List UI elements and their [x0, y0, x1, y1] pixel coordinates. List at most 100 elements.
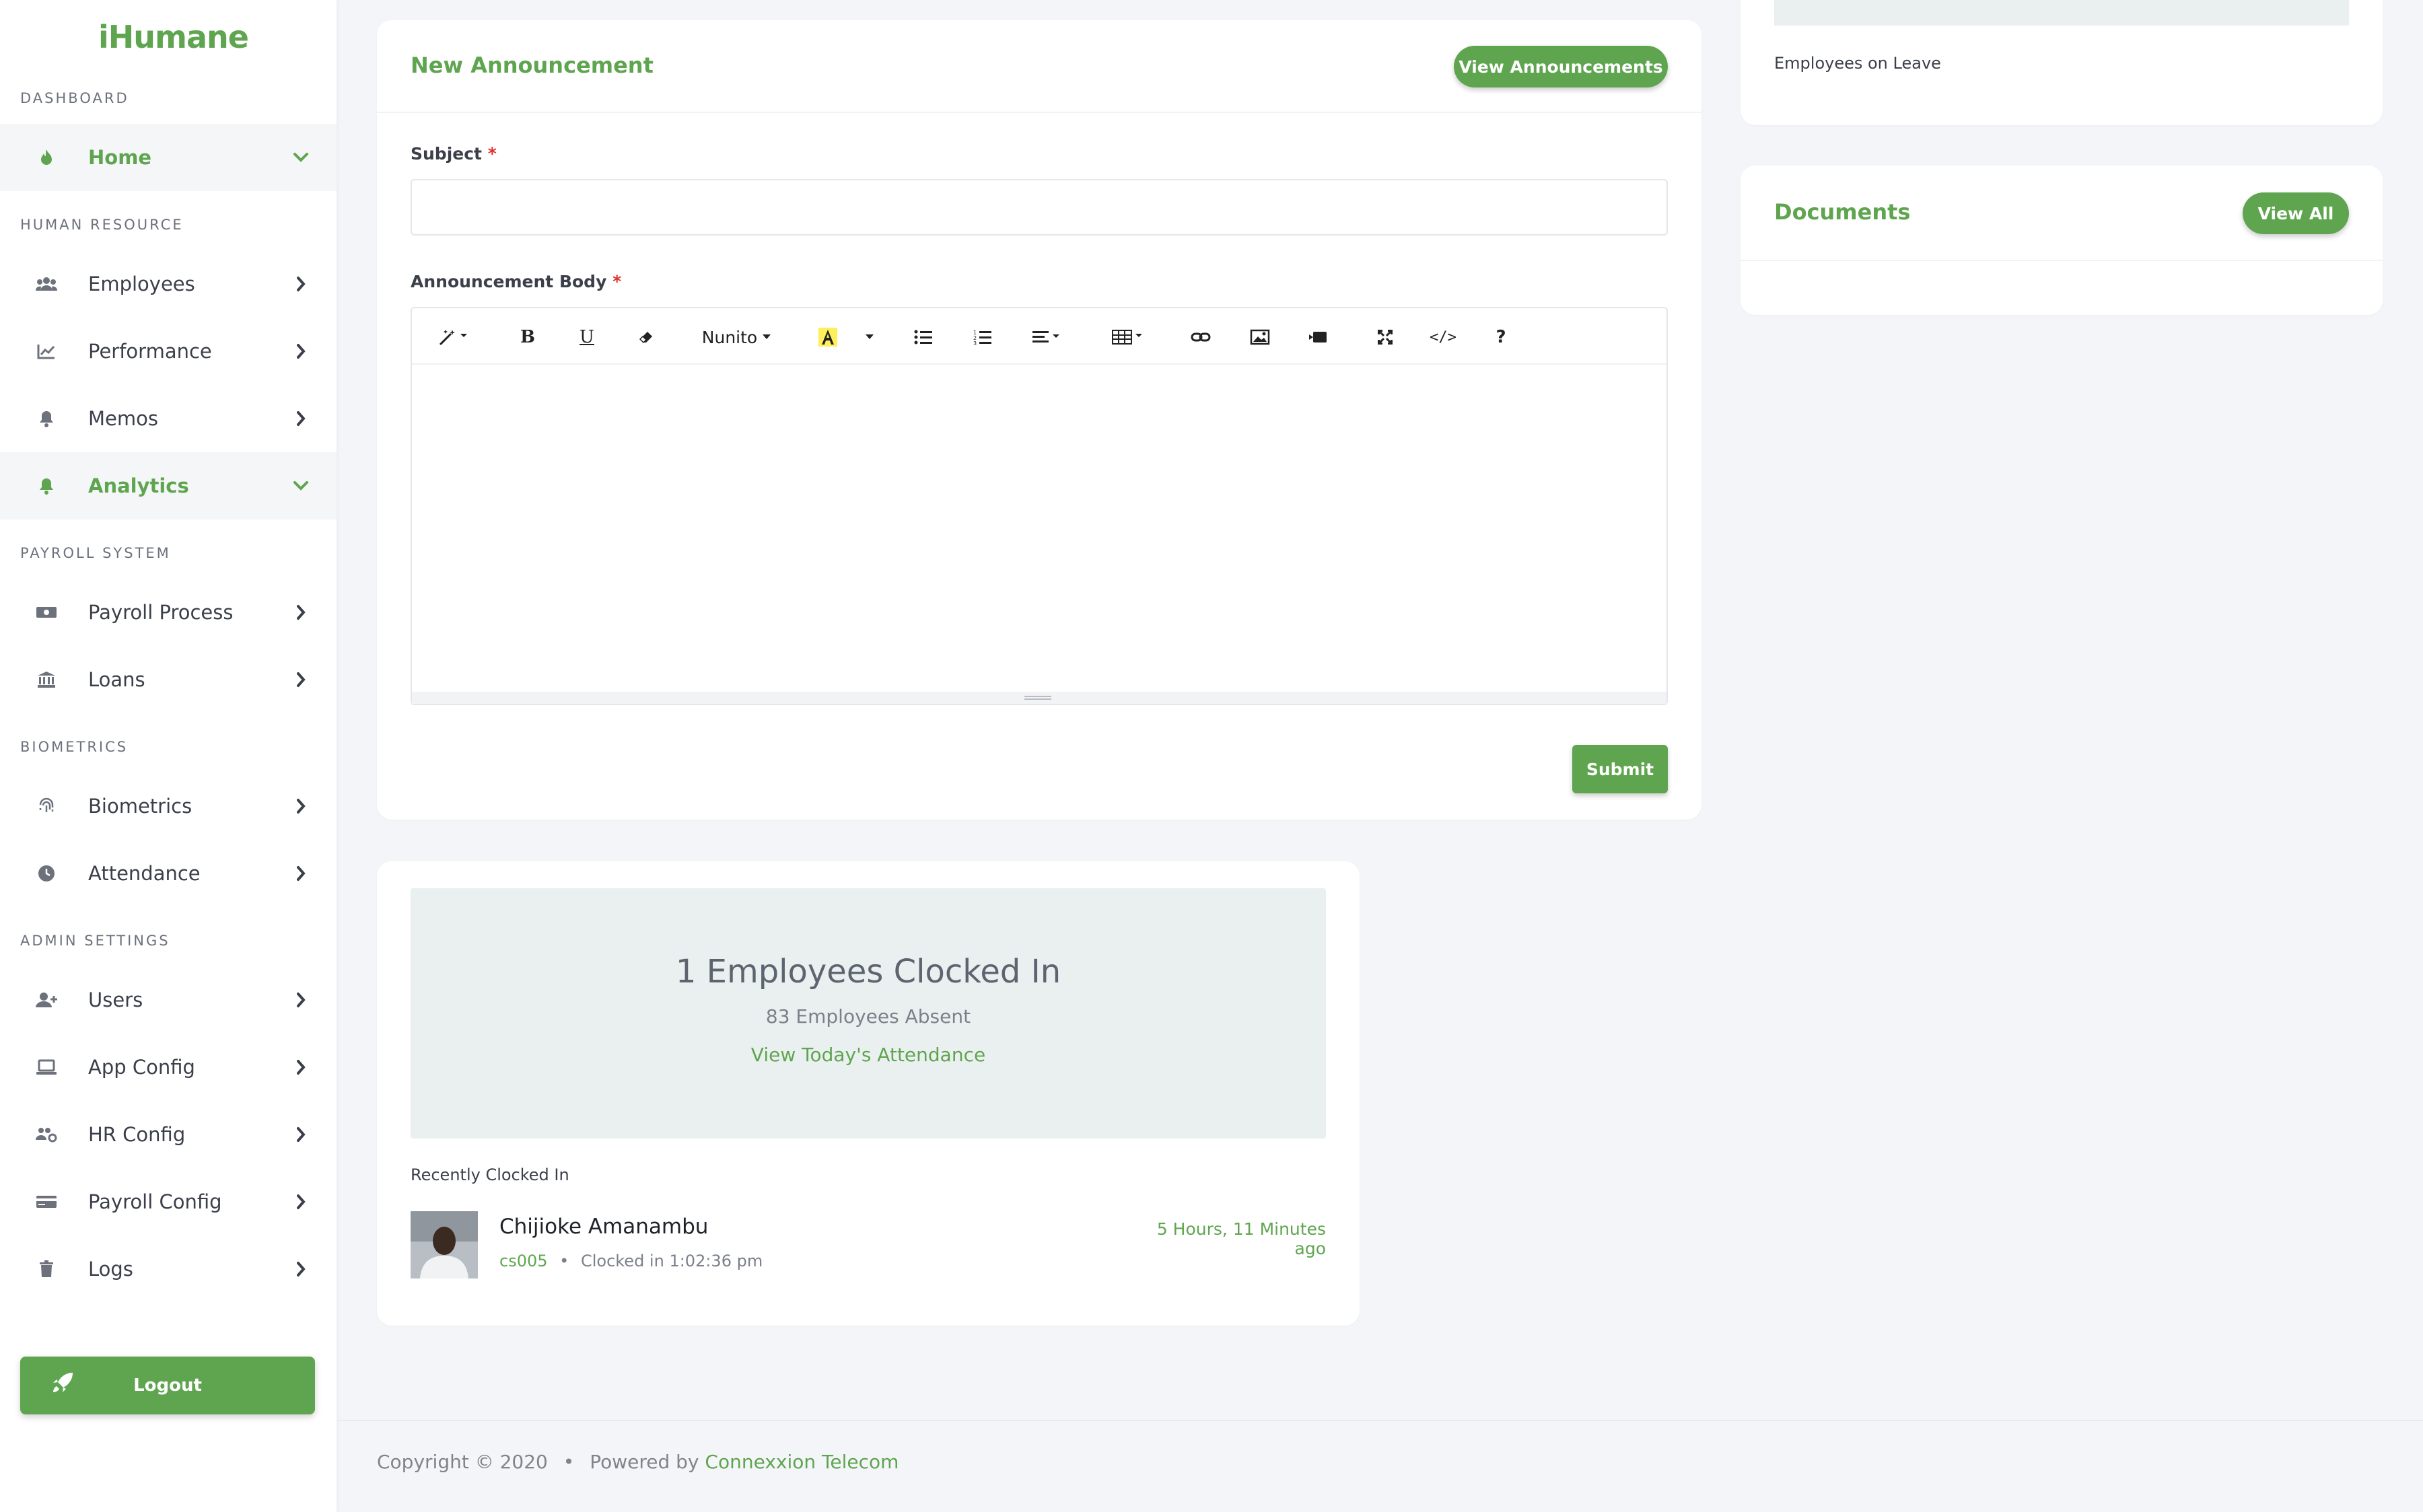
text-color-icon[interactable] — [814, 320, 841, 354]
sidebar-item-analytics[interactable]: Analytics — [0, 452, 337, 519]
sidebar-item-hr-config[interactable]: HR Config — [0, 1101, 337, 1168]
sidebar-item-label: Analytics — [88, 474, 189, 497]
clock-icon — [35, 862, 58, 885]
clocked-in-headline: 1 Employees Clocked In — [675, 953, 1061, 991]
sidebar-item-home[interactable]: Home — [0, 124, 337, 191]
credit-card-icon — [35, 1190, 58, 1213]
laptop-icon — [35, 1056, 58, 1079]
sidebar-item-performance[interactable]: Performance — [0, 318, 337, 385]
eraser-icon[interactable] — [633, 320, 660, 354]
fingerprint-icon — [35, 795, 58, 818]
section-title-admin-settings: ADMIN SETTINGS — [20, 933, 170, 949]
chevron-down-icon — [291, 147, 311, 168]
link-icon[interactable] — [1187, 320, 1214, 354]
sidebar-item-loans[interactable]: Loans — [0, 646, 337, 713]
section-title-biometrics: BIOMETRICS — [20, 739, 129, 755]
sidebar-item-payroll-config[interactable]: Payroll Config — [0, 1168, 337, 1235]
bold-button[interactable]: B — [514, 320, 541, 354]
section-title-payroll-system: PAYROLL SYSTEM — [20, 545, 171, 561]
chevron-right-icon — [291, 274, 311, 294]
employees-on-leave-label: Employees on Leave — [1774, 54, 1941, 73]
chevron-right-icon — [291, 796, 311, 816]
color-caret-icon[interactable] — [862, 320, 878, 354]
sidebar-item-memos[interactable]: Memos — [0, 385, 337, 452]
chevron-right-icon — [291, 670, 311, 690]
submit-button[interactable]: Submit — [1572, 745, 1668, 793]
fullscreen-icon[interactable] — [1372, 320, 1399, 354]
clocked-in-time: Clocked in 1:02:36 pm — [580, 1252, 763, 1270]
sidebar-item-employees[interactable]: Employees — [0, 250, 337, 318]
bell-icon — [35, 474, 58, 497]
recently-clocked-label: Recently Clocked In — [411, 1165, 569, 1184]
logout-button[interactable]: Logout — [20, 1357, 315, 1414]
view-attendance-link[interactable]: View Today's Attendance — [411, 1044, 1326, 1066]
documents-divider — [1741, 260, 2383, 261]
chevron-right-icon — [291, 1259, 311, 1279]
sidebar-item-label: App Config — [88, 1056, 195, 1079]
section-title-dashboard: DASHBOARD — [20, 90, 129, 106]
view-announcements-button[interactable]: View Announcements — [1454, 46, 1668, 87]
company-link[interactable]: Connexxion Telecom — [705, 1451, 899, 1473]
subject-input[interactable] — [411, 179, 1668, 236]
resize-handle-icon[interactable] — [1024, 696, 1051, 700]
magic-style-icon[interactable] — [435, 320, 472, 354]
sidebar-item-label: Biometrics — [88, 795, 192, 818]
sidebar-item-label: Memos — [88, 407, 158, 430]
sidebar-item-users[interactable]: Users — [0, 966, 337, 1034]
avatar — [411, 1211, 478, 1279]
sidebar-item-label: Payroll Config — [88, 1190, 222, 1213]
align-dropdown-icon[interactable] — [1027, 320, 1067, 354]
users-icon — [35, 273, 58, 295]
sidebar-item-label: Loans — [88, 668, 145, 691]
footer: Copyright © 2020 • Powered by Connexxion… — [337, 1420, 2423, 1512]
sidebar-item-label: Performance — [88, 340, 212, 363]
card-divider — [377, 112, 1701, 113]
rocket-icon — [51, 1371, 74, 1399]
sidebar-item-label: HR Config — [88, 1123, 186, 1146]
chevron-right-icon — [291, 1124, 311, 1145]
editor-toolbar-divider — [412, 363, 1666, 365]
chevron-right-icon — [291, 1057, 311, 1077]
chevron-down-icon — [291, 476, 311, 496]
sidebar-item-label: Payroll Process — [88, 601, 234, 624]
sidebar-item-label: Employees — [88, 273, 195, 295]
sidebar-item-label: Logs — [88, 1258, 133, 1281]
chevron-right-icon — [291, 990, 311, 1010]
chevron-right-icon — [291, 341, 311, 361]
sidebar-item-biometrics[interactable]: Biometrics — [0, 772, 337, 840]
image-icon[interactable] — [1246, 320, 1273, 354]
sidebar-item-logs[interactable]: Logs — [0, 1235, 337, 1303]
bell-icon — [35, 407, 58, 430]
documents-title: Documents — [1774, 199, 1911, 225]
announcement-title: New Announcement — [411, 52, 654, 78]
sidebar-item-attendance[interactable]: Attendance — [0, 840, 337, 907]
unordered-list-icon[interactable] — [910, 320, 937, 354]
absent-count: 83 Employees Absent — [765, 1005, 971, 1028]
bank-icon — [35, 668, 58, 691]
sidebar-item-label: Attendance — [88, 862, 201, 885]
underline-button[interactable]: U — [573, 320, 600, 354]
font-family-dropdown[interactable]: Nunito — [700, 320, 774, 354]
chevron-right-icon — [291, 1192, 311, 1212]
clocked-ago: 5 Hours, 11 Minutes ago — [1156, 1219, 1326, 1258]
employee-id: cs005 — [499, 1252, 548, 1270]
code-view-button[interactable]: </> — [1428, 320, 1458, 354]
ordered-list-icon[interactable]: 123 — [969, 320, 996, 354]
video-icon[interactable] — [1304, 320, 1331, 354]
employee-name: Chijioke Amanambu — [499, 1215, 709, 1239]
sidebar-item-payroll-process[interactable]: Payroll Process — [0, 579, 337, 646]
user-plus-icon — [35, 988, 58, 1011]
sidebar-item-app-config[interactable]: App Config — [0, 1034, 337, 1101]
table-dropdown-icon[interactable] — [1108, 320, 1148, 354]
documents-view-all-button[interactable]: View All — [2243, 192, 2349, 234]
subject-label: Subject * — [411, 144, 497, 164]
clock-meta: cs005 • Clocked in 1:02:36 pm — [499, 1252, 763, 1270]
chart-line-icon — [35, 340, 58, 363]
caret-down-icon — [763, 334, 771, 339]
chevron-right-icon — [291, 863, 311, 884]
users-cog-icon — [35, 1123, 58, 1146]
brand-logo[interactable]: iHumane — [98, 19, 249, 55]
sidebar-item-label: Users — [88, 988, 143, 1011]
help-button[interactable]: ? — [1489, 320, 1513, 354]
announcement-body-label: Announcement Body * — [411, 272, 622, 291]
